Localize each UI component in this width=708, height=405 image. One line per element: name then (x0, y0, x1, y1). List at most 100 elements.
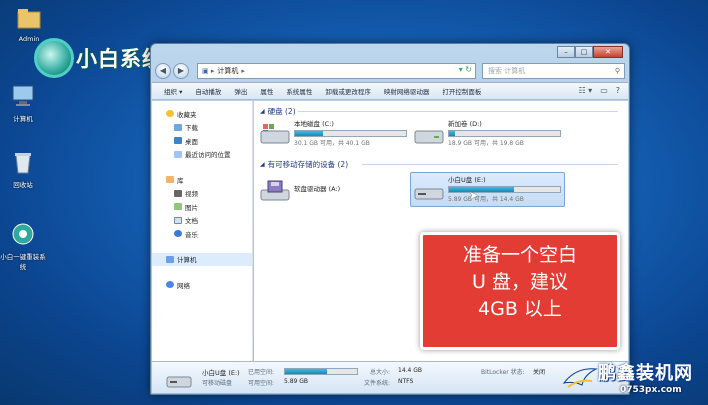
search-icon: ⚲ (614, 67, 620, 75)
floppy-drive-icon (260, 180, 290, 201)
forward-button[interactable]: ▶ (173, 63, 189, 79)
minimize-button[interactable]: – (557, 46, 575, 58)
app-icon (12, 223, 34, 245)
details-type: 可移动磁盘 (202, 380, 233, 387)
group-hard-disks[interactable]: ◢ 硬盘 (2) (260, 106, 296, 117)
nav-item-desktop[interactable]: 桌面 (152, 134, 252, 148)
address-bar[interactable]: ▣ ▸ 计算机 ▸ ▾ ↻ (197, 63, 476, 79)
nav-item-downloads[interactable]: 下载 (152, 121, 252, 135)
nav-label: 文档 (185, 217, 198, 226)
desktop-icon-computer[interactable]: 计算机 (0, 84, 46, 123)
desktop-icon-onekey[interactable]: 小白一键重装系统 (0, 222, 46, 271)
window-controls: – □ ✕ (557, 46, 623, 58)
computer-small-icon: ▣ ▸ (202, 67, 215, 75)
nav-label: 音乐 (185, 230, 198, 239)
maximize-button[interactable]: □ (575, 46, 593, 58)
close-button[interactable]: ✕ (593, 46, 623, 58)
help-icon[interactable]: ? (616, 86, 620, 95)
properties-button[interactable]: 属性 (260, 86, 273, 96)
nav-label: 图片 (185, 203, 198, 212)
refresh-icon[interactable]: ▾ ↻ (459, 65, 472, 74)
navigation-pane: 收藏夹 下载 桌面 最近访问的位置 库 视频 图片 文档 音乐 计算机 网络 (152, 101, 253, 361)
map-drive-button[interactable]: 映射网络驱动器 (384, 86, 430, 96)
xiaobai-logo: 小白系统 (34, 36, 164, 80)
details-bitlocker-value: 关闭 (533, 369, 546, 376)
nav-computer[interactable]: 计算机 (152, 252, 252, 266)
download-icon (174, 123, 182, 131)
drive-usage-fill (449, 131, 455, 136)
logo-icon (34, 38, 74, 78)
library-icon (166, 176, 174, 184)
computer-icon (12, 85, 34, 106)
uninstall-button[interactable]: 卸载或更改程序 (325, 86, 371, 96)
site-watermark: 鹏鑫装机网 0753px.com (558, 357, 708, 405)
drive-name: 新加卷 (D:) (448, 120, 482, 128)
details-pane: 小白U盘 (E:) 可移动磁盘 已用空间: 可用空间: 5.89 GB 总大小:… (152, 361, 628, 393)
drive-size: 18.9 GB 可用，共 19.8 GB (448, 140, 524, 147)
eject-button[interactable]: 弹出 (234, 86, 247, 96)
nav-item-music[interactable]: 音乐 (152, 227, 252, 241)
tip-callout: 准备一个空白 U 盘，建议 4GB 以上 (420, 232, 620, 350)
autoplay-button[interactable]: 自动播放 (195, 86, 221, 96)
desktop-icon-recycle-bin[interactable]: 回收站 (0, 150, 46, 189)
details-free-label: 可用空间: (248, 380, 275, 387)
nav-label: 网络 (177, 281, 190, 290)
nav-favorites[interactable]: 收藏夹 (152, 107, 252, 121)
usb-drive-icon (414, 188, 444, 200)
control-panel-button[interactable]: 打开控制面板 (442, 86, 481, 96)
picture-icon (174, 203, 182, 211)
star-icon (166, 110, 174, 118)
details-used-label: 已用空间: (248, 369, 275, 376)
nav-network[interactable]: 网络 (152, 278, 252, 292)
preview-pane-icon[interactable]: ▭ (600, 86, 608, 95)
hard-drive-icon (414, 130, 444, 144)
drive-size: 5.89 GB 可用，共 14.4 GB (448, 196, 524, 203)
desktop-folder-icon (174, 137, 182, 145)
collapse-icon: ◢ (260, 161, 265, 168)
group-removable[interactable]: ◢ 有可移动存储的设备 (2) (260, 159, 348, 170)
chevron-right-icon: ▸ (241, 67, 245, 75)
details-usage-fill (285, 369, 328, 374)
details-usage-bar (284, 368, 358, 375)
callout-line-1: 准备一个空白 (462, 244, 577, 266)
nav-item-pictures[interactable]: 图片 (152, 200, 252, 214)
view-controls: ☷ ▾ ▭ ? (578, 86, 620, 95)
organize-button[interactable]: 组织 ▾ (164, 86, 182, 96)
drive-c[interactable]: 本地磁盘 (C:) 30.1 GB 可用，共 40.1 GB (260, 120, 407, 147)
details-fs-value: NTFS (398, 378, 414, 385)
drive-d[interactable]: 新加卷 (D:) 18.9 GB 可用，共 19.8 GB (414, 120, 561, 147)
callout-line-3: 4GB 以上 (478, 298, 562, 320)
details-fs-label: 文件系统: (364, 380, 391, 387)
nav-label: 桌面 (185, 137, 198, 146)
callout-line-2: U 盘，建议 (472, 271, 568, 293)
recent-places-icon (174, 150, 182, 158)
nav-item-recent[interactable]: 最近访问的位置 (152, 148, 252, 162)
drive-a[interactable]: 软盘驱动器 (A:) (260, 177, 340, 202)
back-button[interactable]: ◀ (155, 63, 171, 79)
nav-item-videos[interactable]: 视频 (152, 187, 252, 201)
drive-usage-bar (294, 130, 407, 137)
details-total-label: 总大小: (370, 369, 391, 376)
usb-drive-large-icon (166, 376, 192, 388)
view-options-icon[interactable]: ☷ ▾ (578, 86, 592, 95)
user-folder-icon (17, 9, 41, 29)
drive-size: 30.1 GB 可用，共 40.1 GB (294, 140, 370, 147)
recycle-bin-icon (15, 153, 31, 174)
drive-e-selected[interactable]: 小白U盘 (E:) 5.89 GB 可用，共 14.4 GB (410, 172, 565, 207)
nav-libraries[interactable]: 库 (152, 173, 252, 187)
details-total-value: 14.4 GB (398, 367, 423, 374)
nav-item-documents[interactable]: 文档 (152, 214, 252, 228)
details-free-value: 5.89 GB (284, 378, 309, 385)
nav-label: 下载 (185, 124, 198, 133)
windows-drive-icon (260, 124, 290, 144)
desktop-icon-label: 回收站 (13, 181, 33, 189)
drive-usage-bar (448, 130, 561, 137)
nav-label: 最近访问的位置 (185, 151, 231, 160)
drive-name: 小白U盘 (E:) (448, 176, 486, 184)
details-bitlocker-label: BitLocker 状态: (481, 369, 525, 376)
mouse-cursor-icon: ➤ (469, 189, 479, 202)
system-properties-button[interactable]: 系统属性 (286, 86, 312, 96)
nav-label: 视频 (185, 190, 198, 199)
navigation-bar: ◀ ▶ ▣ ▸ 计算机 ▸ ▾ ↻ 搜索 计算机 ⚲ (155, 62, 625, 80)
search-input[interactable]: 搜索 计算机 ⚲ (482, 63, 625, 79)
